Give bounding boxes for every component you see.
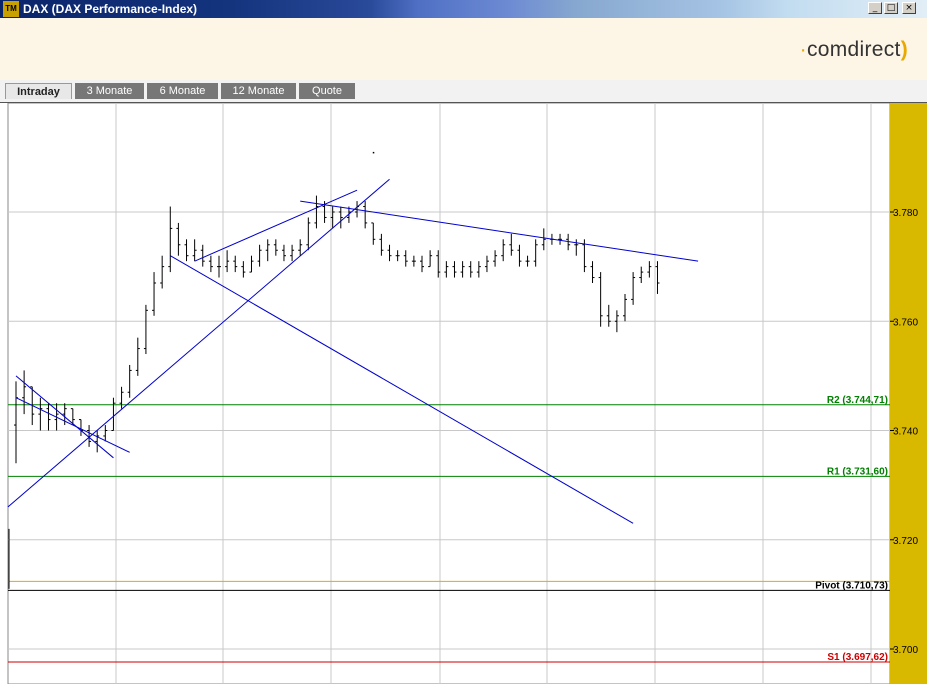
title-bar: TM DAX (DAX Performance-Index) _ □ × [0,0,927,18]
level-label-r1: R1 (3.731,60) [827,466,888,477]
tick-marker [372,151,375,154]
tab-intraday[interactable]: Intraday [5,83,72,99]
minimize-button[interactable]: _ [868,2,882,14]
level-label-r2: R2 (3.744,71) [827,395,888,406]
y-tick-label: 3.740 [893,427,918,438]
y-tick-label: 3.720 [893,536,918,547]
tab-12-monate[interactable]: 12 Monate [221,83,296,99]
chart-svg: 3.780 3.760 3.740 3.720 3.700 R2 (3.744,71) R1… [7,102,927,685]
app-icon: TM [3,1,19,17]
y-tick-label: 3.780 [893,208,918,219]
comdirect-logo: ·comdirect) [799,38,908,61]
level-label-s1: S1 (3.697,62) [827,652,888,663]
y-tick-label: 3.700 [893,645,918,656]
y-axis-strip [890,103,927,684]
y-tick-label: 3.760 [893,317,918,328]
close-button[interactable]: × [902,2,916,14]
tab-quote[interactable]: Quote [299,83,355,99]
window-title: DAX (DAX Performance-Index) [23,2,198,16]
level-label-pivot: Pivot (3.710,73) [815,580,888,591]
tab-bar: Intraday 3 Monate 6 Monate 12 Monate Quo… [0,80,927,103]
tab-3-monate[interactable]: 3 Monate [75,83,144,99]
header-banner: ·comdirect) [0,18,927,80]
price-chart: 3.780 3.760 3.740 3.720 3.700 R2 (3.744,71) R1… [0,102,927,685]
maximize-button[interactable]: □ [884,2,898,14]
tab-6-monate[interactable]: 6 Monate [147,83,218,99]
